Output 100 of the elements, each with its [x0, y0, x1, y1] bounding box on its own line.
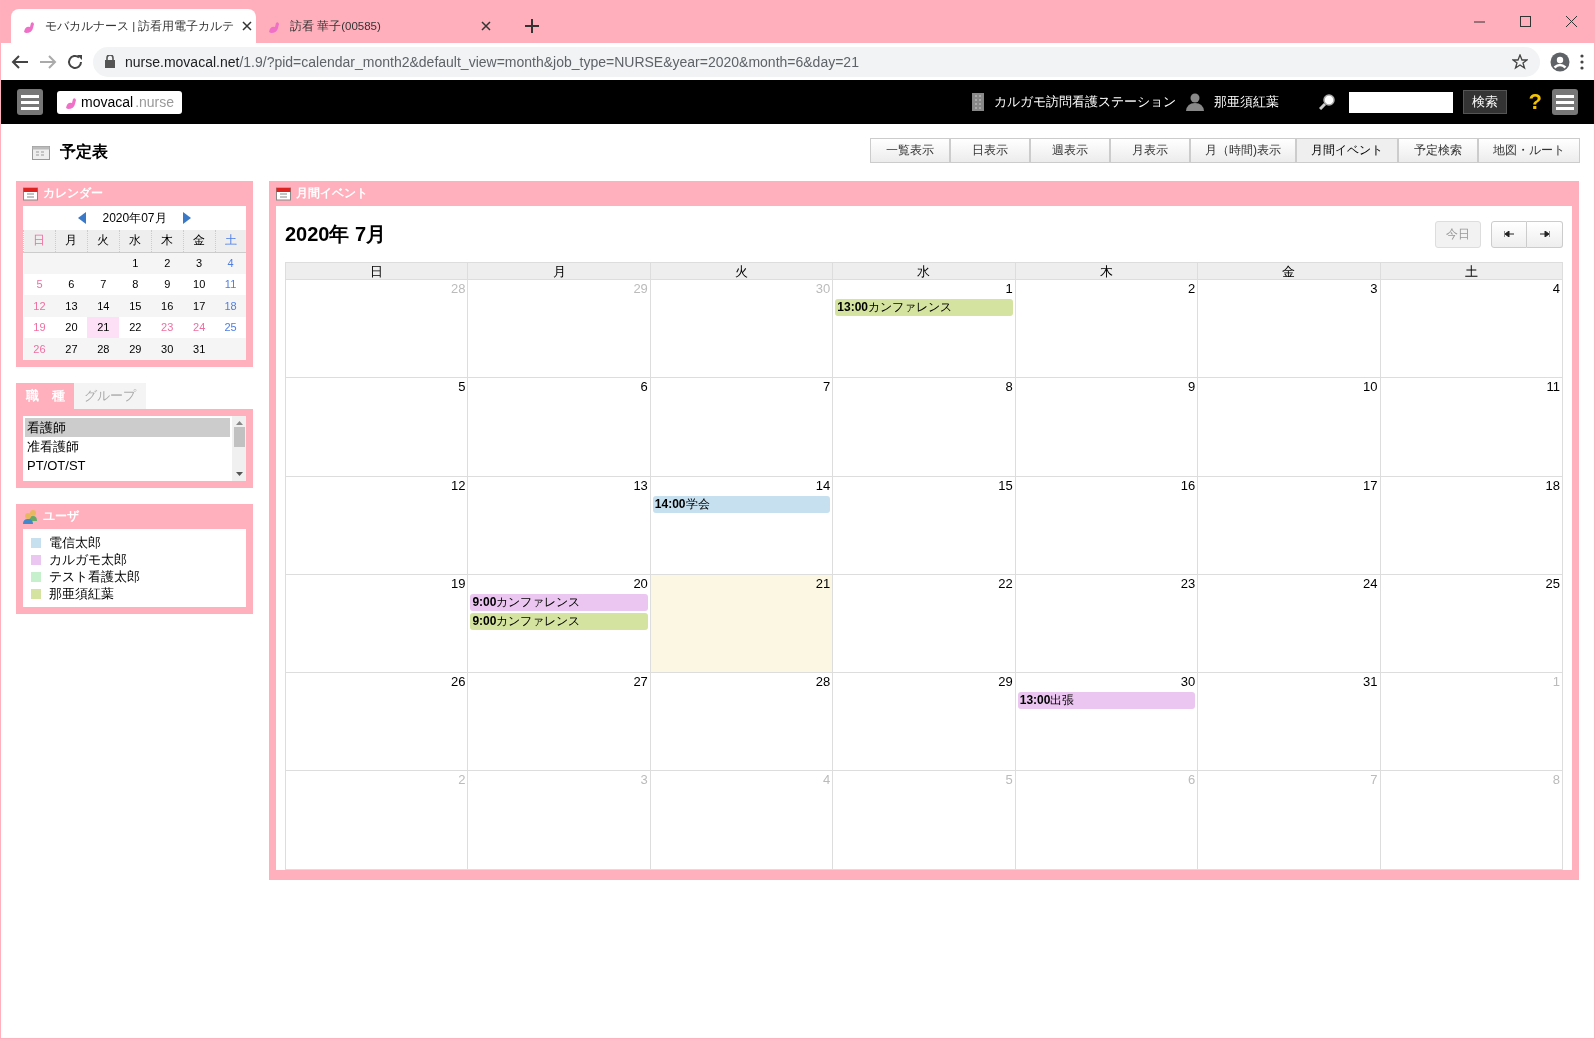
date-cell[interactable]: 25 — [215, 316, 246, 338]
event-chip[interactable]: 13:00カンファレンス — [835, 299, 1013, 316]
date-cell[interactable]: 1 — [119, 252, 152, 274]
day-cell[interactable]: 17 — [1198, 476, 1381, 575]
day-cell[interactable]: 23 — [1015, 574, 1199, 674]
date-cell[interactable]: 22 — [119, 316, 152, 338]
view-tab[interactable]: 月表示 — [1110, 138, 1190, 163]
date-cell[interactable]: 6 — [55, 273, 88, 295]
date-cell[interactable]: 13 — [55, 295, 88, 317]
list-option[interactable]: 看護師 — [25, 417, 230, 437]
day-cell[interactable]: 11 — [1380, 378, 1563, 477]
account-icon[interactable] — [1550, 51, 1570, 72]
more-icon[interactable] — [1580, 53, 1584, 70]
date-cell[interactable]: 21 — [87, 316, 120, 338]
day-cell[interactable]: 14 14:00学会 — [650, 476, 834, 575]
day-cell[interactable]: 8 — [833, 378, 1016, 477]
day-cell[interactable]: 25 — [1380, 574, 1563, 674]
day-cell[interactable]: 24 — [1198, 574, 1381, 674]
day-cell[interactable]: 18 — [1380, 476, 1563, 575]
event-chip[interactable]: 9:00カンファレンス — [470, 612, 648, 630]
day-cell[interactable]: 1 13:00カンファレンス — [833, 280, 1016, 379]
date-cell[interactable]: 3 — [183, 252, 216, 274]
browser-tab[interactable]: モバカルナース | 訪看用電子カルテ — [11, 9, 256, 43]
day-cell[interactable]: 20 9:00カンファレンス 9:00カンファレンス — [468, 574, 651, 674]
day-cell[interactable]: 7 — [650, 378, 834, 477]
day-cell[interactable]: 15 — [833, 476, 1016, 575]
search-field[interactable] — [1348, 91, 1453, 113]
day-cell[interactable]: 16 — [1015, 476, 1199, 575]
previous-button[interactable] — [1491, 220, 1527, 248]
view-tab[interactable]: 一覧表示 — [870, 138, 950, 163]
event-chip[interactable]: 13:00出張 — [1017, 692, 1196, 710]
close-icon[interactable] — [242, 21, 253, 31]
date-cell[interactable]: 9 — [151, 273, 184, 295]
date-cell[interactable]: 14 — [87, 295, 120, 317]
date-cell[interactable]: 20 — [55, 316, 88, 338]
date-cell[interactable]: 30 — [151, 338, 184, 360]
day-cell[interactable]: 22 — [833, 574, 1016, 674]
date-cell[interactable]: 31 — [183, 338, 216, 360]
job-type-list[interactable]: 看護師 准看護師 PT/OT/ST — [23, 415, 246, 481]
day-cell[interactable]: 10 — [1198, 378, 1381, 477]
view-tab[interactable]: 地図・ルート — [1478, 138, 1580, 163]
menu-button[interactable] — [1552, 89, 1578, 115]
date-cell[interactable]: 10 — [183, 273, 216, 295]
date-cell[interactable]: 27 — [55, 338, 88, 360]
view-tab[interactable]: 月（時間)表示 — [1190, 138, 1296, 163]
day-cell[interactable]: 6 — [468, 378, 651, 477]
day-cell[interactable]: 19 — [286, 574, 469, 674]
date-cell[interactable]: 28 — [87, 338, 120, 360]
date-cell[interactable]: 7 — [87, 273, 120, 295]
event-chip[interactable]: 14:00学会 — [652, 495, 831, 513]
logo[interactable]: movacal.nurse — [57, 90, 183, 114]
back-icon[interactable] — [11, 53, 29, 70]
day-cell[interactable]: 26 — [286, 673, 469, 772]
date-cell[interactable]: 15 — [119, 295, 152, 317]
date-cell[interactable]: 17 — [183, 295, 216, 317]
day-cell[interactable]: 31 — [1198, 673, 1381, 772]
day-cell[interactable]: 2 — [1015, 280, 1199, 379]
next-button[interactable] — [1527, 220, 1563, 248]
next-icon[interactable] — [182, 212, 191, 224]
user-name[interactable]: カルガモ太郎 — [49, 551, 127, 569]
view-tab[interactable]: 日表示 — [950, 138, 1030, 163]
close-icon[interactable] — [481, 21, 491, 31]
day-cell[interactable]: 4 — [1380, 280, 1563, 379]
day-cell[interactable]: 12 — [286, 476, 469, 575]
day-cell[interactable]: 21 — [650, 574, 834, 674]
day-cell[interactable]: 28 — [650, 673, 834, 772]
event-chip[interactable]: 9:00カンファレンス — [470, 593, 648, 611]
list-option[interactable]: 准看護師 — [25, 436, 230, 456]
star-icon[interactable] — [1512, 53, 1528, 70]
date-cell[interactable]: 18 — [215, 295, 246, 317]
date-cell[interactable]: 29 — [119, 338, 152, 360]
user-name[interactable]: 那亜須紅葉 — [49, 585, 114, 603]
date-cell[interactable]: 16 — [151, 295, 184, 317]
date-cell[interactable]: 2 — [151, 252, 184, 274]
reload-icon[interactable] — [67, 53, 83, 70]
day-cell[interactable]: 9 — [1015, 378, 1199, 477]
date-cell[interactable]: 11 — [215, 273, 246, 295]
previous-icon[interactable] — [78, 212, 87, 224]
date-cell[interactable]: 8 — [119, 273, 152, 295]
date-cell[interactable]: 4 — [215, 252, 246, 274]
scrollbar[interactable] — [232, 415, 246, 481]
view-tab[interactable]: 予定検索 — [1398, 138, 1478, 163]
search-button[interactable]: 検索 — [1462, 90, 1507, 114]
help-link[interactable]: ? — [1528, 89, 1542, 115]
address-bar[interactable]: nurse.movacal.net/1.9/?pid=calendar_month2&default_view=month&job_type=NURSE&year=2020&month=6&day=21 — [93, 46, 1540, 77]
view-tab[interactable]: 月間イベント — [1296, 138, 1398, 163]
day-cell[interactable]: 27 — [468, 673, 651, 772]
maximize-icon[interactable] — [1519, 16, 1531, 27]
list-option[interactable]: PT/OT/ST — [25, 455, 230, 475]
day-cell[interactable]: 29 — [833, 673, 1016, 772]
day-cell[interactable]: 3 — [1198, 280, 1381, 379]
menu-button[interactable] — [17, 89, 43, 115]
day-cell[interactable]: 13 — [468, 476, 651, 575]
user-name[interactable]: テスト看護太郎 — [49, 568, 140, 586]
day-cell[interactable]: 5 — [286, 378, 469, 477]
view-tab[interactable]: 週表示 — [1030, 138, 1110, 163]
new-tab-icon[interactable] — [525, 19, 539, 33]
day-cell[interactable]: 30 13:00出張 — [1015, 673, 1199, 772]
close-icon[interactable] — [1565, 16, 1577, 27]
browser-tab[interactable]: 訪看 華子(00585) — [256, 9, 501, 43]
